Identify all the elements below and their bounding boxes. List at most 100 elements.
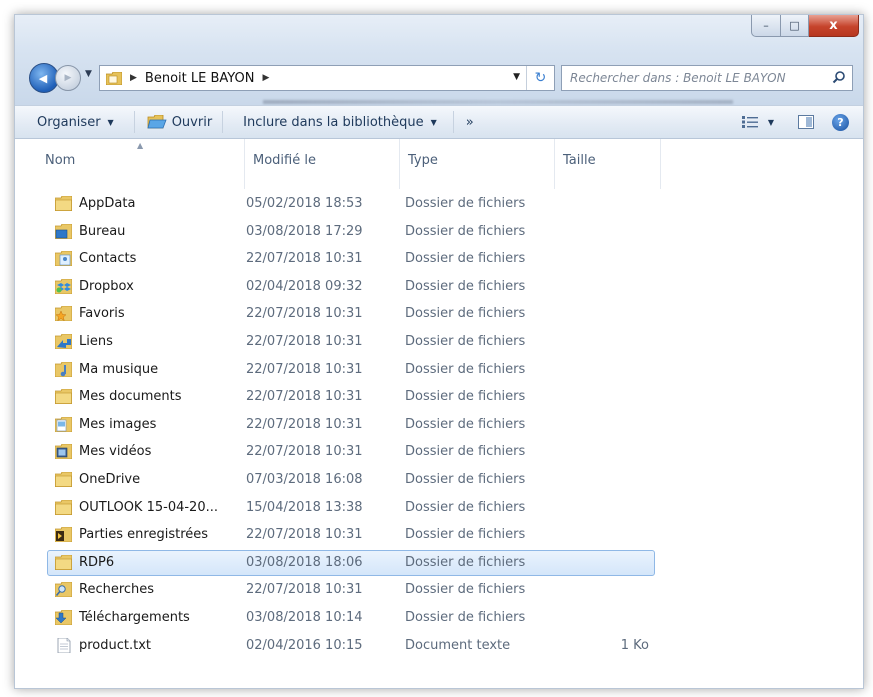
file-type: Dossier de fichiers bbox=[405, 196, 526, 211]
forward-button[interactable]: ▶ bbox=[55, 65, 81, 91]
organiser-label: Organiser bbox=[37, 114, 101, 130]
refresh-icon: ↻ bbox=[534, 70, 547, 86]
file-row[interactable]: Mes images 22/07/2018 10:31 Dossier de fic… bbox=[15, 411, 863, 439]
breadcrumb-trailing-separator-icon[interactable]: ▶ bbox=[262, 73, 269, 83]
file-name: Favoris bbox=[79, 306, 125, 322]
file-name: OUTLOOK 15-04-20... bbox=[79, 499, 218, 515]
file-type: Dossier de fichiers bbox=[405, 582, 526, 598]
search-icon[interactable] bbox=[832, 70, 846, 84]
more-commands-button[interactable]: » bbox=[454, 106, 484, 138]
breadcrumb-location[interactable]: Benoit LE BAYON bbox=[145, 71, 255, 86]
include-library-label: Inclure dans la bibliothèque bbox=[243, 114, 424, 130]
change-view-button[interactable]: ▼ bbox=[738, 106, 778, 138]
file-row[interactable]: Dropbox 02/04/2018 09:32 Dossier de fichie… bbox=[15, 273, 863, 301]
file-modified: 15/04/2018 13:38 bbox=[246, 499, 363, 515]
window-controls: – □ x bbox=[751, 15, 859, 37]
file-modified: 22/07/2018 10:31 bbox=[246, 251, 363, 267]
file-modified: 22/07/2018 10:31 bbox=[246, 444, 363, 460]
file-name: Ma musique bbox=[79, 361, 159, 377]
file-modified: 22/07/2018 10:31 bbox=[246, 527, 363, 543]
file-modified: 03/08/2018 18:06 bbox=[246, 554, 363, 570]
help-icon[interactable]: ? bbox=[832, 113, 849, 131]
breadcrumb-separator-icon[interactable]: ▶ bbox=[130, 73, 137, 83]
file-type: Dossier de fichiers bbox=[405, 278, 526, 294]
dropbox-folder-icon bbox=[55, 278, 72, 294]
file-type: Dossier de fichiers bbox=[405, 609, 526, 625]
file-row[interactable]: Favoris 22/07/2018 10:31 Dossier de fichie… bbox=[15, 300, 863, 328]
file-row[interactable]: Mes vidéos 22/07/2018 10:31 Dossier de fic… bbox=[15, 438, 863, 466]
open-folder-icon bbox=[147, 115, 167, 129]
contacts-folder-icon bbox=[55, 251, 72, 267]
command-bar: Organiser ▼ Ouvrir Inclure dans la bibli… bbox=[15, 105, 863, 139]
history-dropdown-icon[interactable]: ▼ bbox=[85, 69, 92, 79]
file-row[interactable]: Contacts 22/07/2018 10:31 Dossier de fichi… bbox=[15, 245, 863, 273]
folder-icon bbox=[55, 196, 72, 211]
file-type: Dossier de fichiers bbox=[405, 471, 526, 487]
file-name: Recherches bbox=[79, 582, 155, 598]
file-row[interactable]: Liens 22/07/2018 10:31 Dossier de fichiers bbox=[15, 328, 863, 356]
file-name: AppData bbox=[79, 196, 136, 211]
file-row[interactable]: Bureau 03/08/2018 17:29 Dossier de fichier… bbox=[15, 218, 863, 246]
organiser-caret-icon: ▼ bbox=[107, 117, 114, 127]
column-header-label: Nom bbox=[45, 153, 76, 168]
include-library-button[interactable]: Inclure dans la bibliothèque ▼ bbox=[223, 106, 447, 138]
folder-icon bbox=[55, 499, 72, 515]
file-modified: 02/04/2016 10:15 bbox=[246, 637, 363, 653]
column-header-nom[interactable]: Nom bbox=[37, 139, 245, 189]
minimize-button[interactable]: – bbox=[751, 15, 781, 37]
file-row[interactable]: OUTLOOK 15-04-20... 15/04/2018 13:38 Dossi… bbox=[15, 494, 863, 522]
file-name: Liens bbox=[79, 333, 113, 349]
file-type: Dossier de fichiers bbox=[405, 527, 526, 543]
file-name: Mes vidéos bbox=[79, 444, 152, 460]
column-header-type[interactable]: Type bbox=[400, 139, 555, 189]
file-type: Dossier de fichiers bbox=[405, 361, 526, 377]
file-row[interactable]: AppData 05/02/2018 18:53 Dossier de fichie… bbox=[15, 190, 863, 218]
ouvrir-label: Ouvrir bbox=[171, 114, 213, 130]
address-bar[interactable]: ▶ Benoit LE BAYON ▶ ▼ ↻ bbox=[99, 65, 555, 91]
file-row[interactable]: OneDrive 07/03/2018 16:08 Dossier de fichi… bbox=[15, 466, 863, 494]
maximize-button[interactable]: □ bbox=[781, 15, 809, 37]
search-box[interactable]: Rechercher dans : Benoit LE BAYON bbox=[561, 65, 853, 91]
videos-folder-icon bbox=[55, 444, 72, 460]
file-type: Dossier de fichiers bbox=[405, 223, 526, 239]
file-modified: 05/02/2018 18:53 bbox=[246, 196, 363, 211]
saved-games-folder-icon bbox=[55, 527, 72, 543]
music-folder-icon bbox=[55, 361, 72, 377]
file-name: product.txt bbox=[79, 637, 152, 653]
favorites-folder-icon bbox=[55, 306, 72, 322]
file-row[interactable]: Mes documents 22/07/2018 10:31 Dossier de … bbox=[15, 383, 863, 411]
links-folder-icon bbox=[55, 333, 72, 349]
file-type: Dossier de fichiers bbox=[405, 306, 526, 322]
column-header-taille[interactable]: Taille bbox=[555, 139, 661, 189]
address-dropdown-icon[interactable]: ▼ bbox=[513, 72, 520, 82]
desktop-folder-icon bbox=[55, 223, 72, 239]
refresh-button[interactable]: ↻ bbox=[526, 66, 554, 90]
file-row[interactable]: RDP6 03/08/2018 18:06 Dossier de fichiers bbox=[15, 549, 863, 577]
searches-folder-icon bbox=[55, 582, 72, 598]
file-modified: 22/07/2018 10:31 bbox=[246, 416, 363, 432]
file-row[interactable]: Recherches 22/07/2018 10:31 Dossier de fic… bbox=[15, 576, 863, 604]
file-modified: 07/03/2018 16:08 bbox=[246, 471, 363, 487]
file-row[interactable]: Parties enregistrées 22/07/2018 10:31 Doss… bbox=[15, 521, 863, 549]
file-type: Dossier de fichiers bbox=[405, 444, 526, 460]
file-modified: 22/07/2018 10:31 bbox=[246, 306, 363, 322]
file-name: Téléchargements bbox=[79, 609, 190, 625]
file-row[interactable]: Ma musique 22/07/2018 10:31 Dossier de fic… bbox=[15, 356, 863, 384]
search-input[interactable]: Rechercher dans : Benoit LE BAYON bbox=[562, 71, 786, 85]
file-type: Document texte bbox=[405, 637, 511, 653]
file-row[interactable]: product.txt 02/04/2016 10:15 Document text… bbox=[15, 632, 863, 660]
preview-pane-icon[interactable] bbox=[798, 115, 814, 129]
close-button[interactable]: x bbox=[809, 15, 859, 37]
view-list-icon bbox=[741, 116, 758, 128]
file-size: 1 Ko bbox=[620, 637, 649, 653]
column-header-modifie[interactable]: Modifié le bbox=[245, 139, 400, 189]
column-header-label: Taille bbox=[563, 153, 596, 168]
ouvrir-button[interactable]: Ouvrir bbox=[135, 106, 222, 138]
file-name: Bureau bbox=[79, 223, 126, 239]
pictures-folder-icon bbox=[55, 416, 72, 432]
file-modified: 22/07/2018 10:31 bbox=[246, 333, 363, 349]
column-headers: ▲ Nom Modifié le Type Taille bbox=[15, 139, 863, 189]
file-row[interactable]: Téléchargements 03/08/2018 10:14 Dossier d… bbox=[15, 604, 863, 632]
organiser-button[interactable]: Organiser ▼ bbox=[15, 106, 124, 138]
file-type: Dossier de fichiers bbox=[405, 389, 526, 405]
